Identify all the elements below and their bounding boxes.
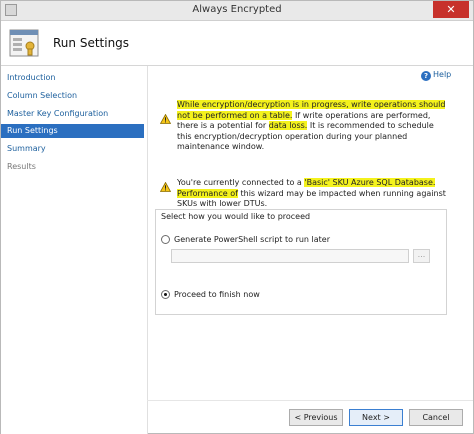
previous-button[interactable]: < Previous [289,409,343,426]
help-link[interactable]: ? Help [421,70,451,81]
warning-icon [160,182,171,192]
proceed-finish-radio[interactable] [161,290,170,299]
sidebar-item-introduction[interactable]: Introduction [1,71,144,85]
title-bar: Always Encrypted ✕ [1,1,473,21]
proceed-finish-label[interactable]: Proceed to finish now [174,290,260,299]
browse-button[interactable]: ... [413,249,430,263]
sidebar-item-summary[interactable]: Summary [1,142,144,156]
page-title: Run Settings [53,36,130,50]
performance-warning: You're currently connected to a 'Basic' … [177,178,449,210]
footer-divider [147,400,473,401]
sidebar-item-results: Results [7,162,36,171]
help-label: Help [433,70,452,79]
sidebar-item-master-key-configuration[interactable]: Master Key Configuration [1,107,144,121]
generate-script-label[interactable]: Generate PowerShell script to run later [174,235,330,244]
sidebar-item-run-settings[interactable]: Run Settings [1,124,144,138]
wizard-icon [9,29,39,57]
close-button[interactable]: ✕ [433,1,469,18]
warning-text: You're currently connected to a [177,178,305,187]
page-header: Run Settings [1,21,473,66]
data-loss-highlight: data loss. [268,121,308,130]
write-operations-warning: While encryption/decryption is in progre… [177,100,449,153]
wizard-window: Always Encrypted ✕ Run Settings Introduc… [0,0,474,434]
generate-script-radio[interactable] [161,235,170,244]
wizard-sidebar: Introduction Column Selection Master Key… [1,66,148,434]
warning-icon [160,114,171,124]
script-path-input[interactable] [171,249,409,263]
cancel-button[interactable]: Cancel [409,409,463,426]
sidebar-item-column-selection[interactable]: Column Selection [1,89,144,103]
window-title: Always Encrypted [192,4,282,15]
proceed-group-label: Select how you would like to proceed [161,212,311,221]
help-icon: ? [421,71,431,81]
next-button[interactable]: Next > [349,409,403,426]
